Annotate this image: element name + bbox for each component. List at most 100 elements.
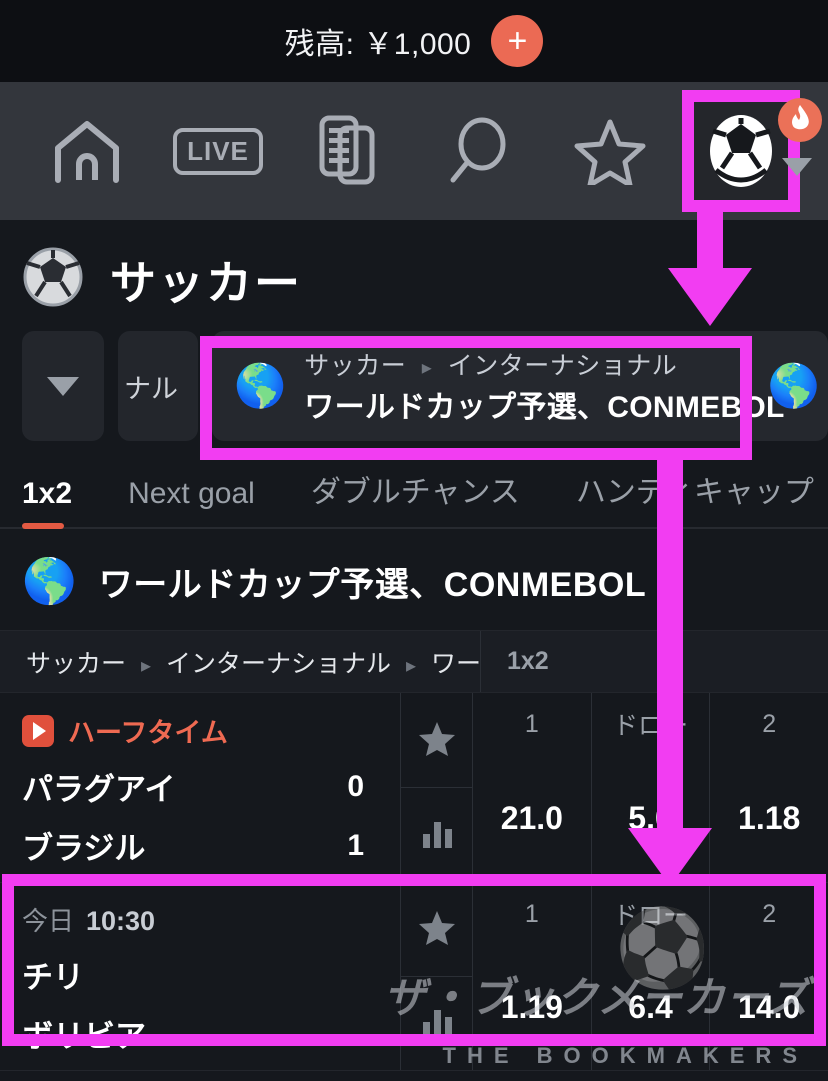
odds-value-away: 1.18 [738, 800, 801, 836]
odds-area: 1 21.0 ドロー 5.0 2 1.18 [400, 693, 828, 882]
odds-header-draw: ドロー [613, 712, 689, 740]
away-team-name: ボリビア [22, 1019, 146, 1054]
breadcrumb-separator: ▸ [140, 654, 152, 677]
breadcrumb-root: サッカー [304, 352, 407, 380]
bar-chart-icon [420, 818, 454, 853]
league-section-header: 🌎 ワールドカップ予選、CONMEBOL [0, 529, 828, 630]
globe-americas-icon: 🌎 [767, 361, 821, 409]
star-icon [418, 720, 456, 761]
bar-chart-icon [420, 1006, 454, 1041]
home-team-name: パラグアイ [22, 772, 176, 807]
flame-icon [789, 104, 811, 137]
app-screen: 残高: ￥1,000 + LIVE サッカー ナル 🌎 サッカー ▸ インターナ… [0, 0, 828, 1081]
match-status-live: ハーフタイム [22, 711, 378, 750]
breadcrumb-leaf: インターナショナル [447, 352, 678, 380]
search-icon [446, 116, 512, 186]
league-chip-next[interactable]: 🌎 [760, 331, 828, 441]
flame-badge[interactable] [778, 98, 822, 142]
soccer-ball-icon [22, 246, 84, 313]
league-chip-texts: サッカー ▸ インターナショナル ワールドカップ予選、CONMEBOL [304, 346, 784, 426]
favorite-button[interactable] [401, 883, 472, 977]
odds-value-home: 21.0 [500, 800, 563, 836]
star-icon [574, 117, 646, 185]
home-team-row: チリ [22, 952, 378, 997]
home-team-score: 0 [347, 769, 364, 803]
match-actions-column [400, 883, 472, 1070]
breadcrumb-separator: ▸ [405, 654, 416, 677]
match-status-label: ハーフタイム [68, 718, 228, 748]
odds-header-2: 2 [762, 709, 777, 738]
stats-button[interactable] [401, 788, 472, 882]
matches-table: サッカー ▸ インターナショナル ▸ ワール... 1x2 ハーフタイム パラグ… [0, 630, 828, 1071]
star-icon [418, 909, 456, 950]
balance-bar: 残高: ￥1,000 + [0, 0, 828, 82]
odds-button-home[interactable]: 1 1.19 [472, 883, 591, 1070]
table-row[interactable]: 今日 10:30 チリ ボリビア 1 1.19 ドロー 6.4 2 14.0 [0, 883, 828, 1071]
add-funds-button[interactable]: + [491, 15, 544, 67]
match-actions-column [400, 693, 472, 882]
page-title: サッカー [110, 256, 302, 309]
away-team-row: ブラジル 1 [22, 823, 378, 868]
tab-next-goal-label: Next goal [128, 477, 255, 510]
soccer-ball-icon [704, 110, 778, 192]
page-title-row: サッカー [0, 220, 828, 331]
favorite-button[interactable] [401, 693, 472, 788]
balance-label: 残高: ￥1,000 [284, 28, 472, 61]
odds-header-1: 1 [524, 709, 539, 738]
league-section-name: ワールドカップ予選、CONMEBOL [98, 566, 647, 604]
home-team-name: チリ [22, 960, 84, 995]
tab-handicap[interactable]: ハンディキャップ [576, 467, 814, 527]
nav-item-live[interactable]: LIVE [153, 82, 284, 220]
away-team-row: ボリビア [22, 1011, 378, 1056]
match-time-label: 10:30 [86, 906, 156, 936]
nav-item-home[interactable] [22, 82, 153, 220]
odds-button-draw[interactable]: ドロー 5.0 [590, 693, 710, 882]
odds-button-home[interactable]: 1 21.0 [472, 693, 591, 882]
plus-icon: + [507, 22, 528, 60]
odds-value-home: 1.19 [500, 989, 563, 1025]
document-icon [316, 114, 382, 188]
league-chip-selected[interactable]: 🌎 サッカー ▸ インターナショナル ワールドカップ予選、CONMEBOL [212, 331, 828, 441]
odds-button-draw[interactable]: ドロー 6.4 [590, 883, 710, 1070]
tab-double-chance-label: ダブルチャンス [310, 476, 520, 509]
tab-next-goal[interactable]: Next goal [128, 477, 255, 527]
odds-area: 1 1.19 ドロー 6.4 2 14.0 [400, 883, 828, 1070]
breadcrumb-separator: ▸ [421, 357, 433, 379]
odds-value-away: 14.0 [738, 989, 801, 1025]
breadcrumb-part3: ワール... [430, 649, 480, 678]
nav-item-bet-slip[interactable] [283, 82, 414, 220]
table-breadcrumb-row: サッカー ▸ インターナショナル ▸ ワール... 1x2 [0, 631, 828, 693]
play-icon [22, 714, 54, 747]
tab-handicap-label: ハンディキャップ [575, 476, 814, 509]
stats-button[interactable] [401, 977, 472, 1070]
tab-double-chance[interactable]: ダブルチャンス [311, 467, 520, 527]
live-icon: LIVE [173, 127, 263, 175]
chevron-down-icon [47, 376, 79, 396]
league-chip-partial[interactable]: ナル [118, 331, 198, 441]
nav-item-favorites[interactable] [545, 82, 676, 220]
odds-header-draw: ドロー [613, 902, 689, 930]
breadcrumb-part2: インターナショナル [165, 649, 391, 678]
odds-header-2: 2 [762, 899, 777, 928]
chevron-down-icon[interactable] [782, 158, 812, 176]
league-chip-title: ワールドカップ予選、CONMEBOL [304, 391, 785, 424]
tab-1x2[interactable]: 1x2 [22, 477, 73, 529]
odds-value-draw: 6.4 [628, 989, 673, 1025]
nav-item-search[interactable] [414, 82, 545, 220]
away-team-score: 1 [347, 828, 364, 862]
filter-dropdown-button[interactable] [22, 331, 104, 441]
breadcrumb[interactable]: サッカー ▸ インターナショナル ▸ ワール... [0, 644, 480, 680]
globe-americas-icon: 🌎 [234, 362, 287, 409]
match-info: ハーフタイム パラグアイ 0 ブラジル 1 [0, 693, 400, 882]
odds-button-away[interactable]: 2 1.18 [709, 693, 828, 882]
tab-1x2-label: 1x2 [22, 477, 73, 510]
league-chips-row: ナル 🌎 サッカー ▸ インターナショナル ワールドカップ予選、CONMEBOL… [0, 331, 828, 441]
match-status-scheduled: 今日 10:30 [22, 901, 378, 938]
main-nav-bar: LIVE [0, 82, 828, 220]
match-day-label: 今日 [22, 906, 75, 936]
away-team-name: ブラジル [22, 831, 146, 866]
odds-button-away[interactable]: 2 14.0 [709, 883, 828, 1070]
home-icon [50, 118, 124, 184]
table-row[interactable]: ハーフタイム パラグアイ 0 ブラジル 1 1 21.0 ドロー 5.0 2 1… [0, 693, 828, 883]
globe-americas-icon: 🌎 [22, 556, 77, 606]
